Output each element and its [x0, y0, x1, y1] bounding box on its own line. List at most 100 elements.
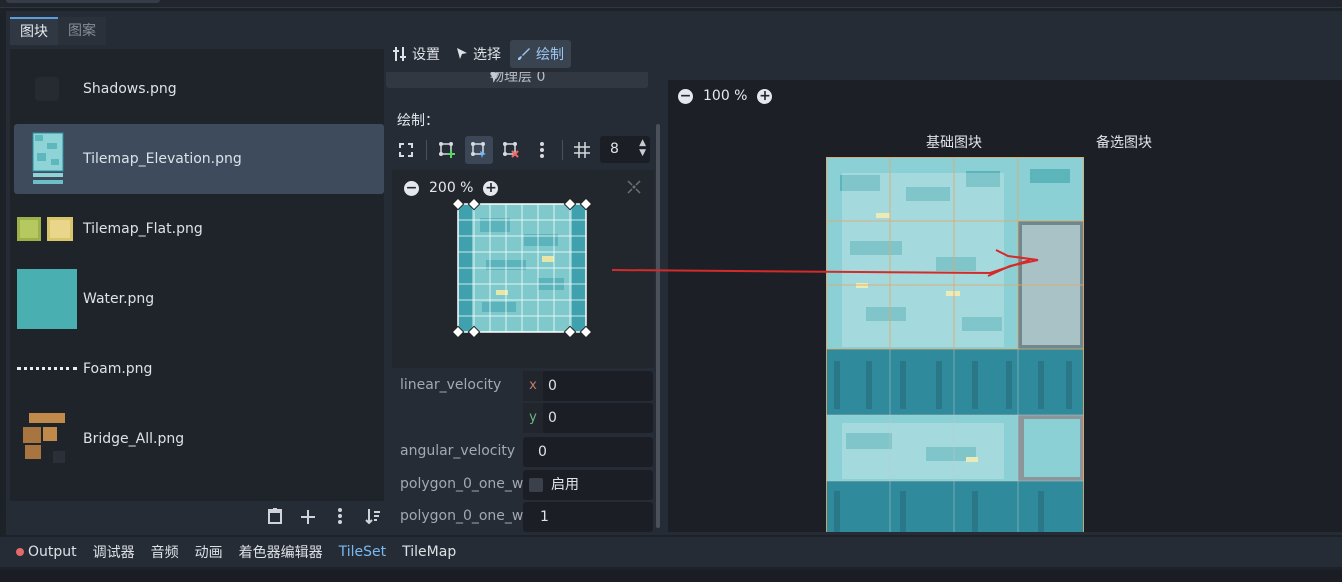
- tab-patterns[interactable]: 图案: [58, 17, 106, 45]
- tile-preview-canvas[interactable]: [452, 198, 592, 338]
- tab-animation[interactable]: 动画: [195, 542, 223, 562]
- base-tiles-label: 基础图块: [926, 135, 982, 151]
- pointer-icon: [457, 48, 467, 59]
- y-axis-label: y: [523, 403, 543, 433]
- linear-velocity-y-value: 0: [548, 410, 557, 426]
- add-point-button[interactable]: [433, 136, 461, 164]
- setup-mode-button[interactable]: 设置: [386, 40, 447, 68]
- list-item-label: Tilemap_Flat.png: [83, 221, 203, 237]
- bridge-thumbnail: [17, 409, 77, 469]
- more-options-button[interactable]: [329, 508, 351, 530]
- viewer-toolbar: [668, 48, 1342, 80]
- kebab-icon: [338, 508, 343, 524]
- tab-tiles[interactable]: 图块: [10, 17, 58, 45]
- list-item-label: Foam.png: [83, 361, 153, 377]
- one-way-margin-property: polygon_0_one_w 1: [392, 502, 654, 532]
- linear-velocity-x-input[interactable]: x 0: [523, 371, 653, 401]
- list-toolbar: [264, 508, 384, 530]
- tile-mode-bar: 设置 选择 绘制: [386, 40, 571, 68]
- sort-button[interactable]: [362, 508, 384, 530]
- zoom-out-icon[interactable]: −: [678, 88, 693, 104]
- linear-velocity-x-value: 0: [548, 378, 557, 394]
- physics-layer-dropdown[interactable]: 物理层 0 ▼: [386, 72, 648, 88]
- add-point-icon: [439, 142, 455, 158]
- linear-velocity-y-input[interactable]: y 0: [523, 403, 653, 433]
- enable-label: 启用: [551, 477, 579, 493]
- checkbox-icon[interactable]: [529, 478, 543, 492]
- setup-mode-label: 设置: [412, 47, 440, 63]
- atlas-viewer[interactable]: − 100 % + 基础图块 备选图块: [668, 48, 1342, 532]
- tab-output[interactable]: Output: [16, 544, 77, 560]
- tileset-tabs: 图块 图案: [10, 17, 106, 45]
- viewer-zoom-level: 100 %: [703, 88, 748, 104]
- center-view-icon[interactable]: [626, 179, 642, 195]
- atlas-texture[interactable]: [826, 157, 1084, 532]
- edit-point-button[interactable]: [465, 136, 493, 164]
- list-item[interactable]: Water.png: [14, 264, 384, 334]
- zoom-in-icon[interactable]: +: [757, 88, 773, 104]
- tab-shader-editor[interactable]: 着色器编辑器: [239, 542, 323, 562]
- top-strip: [0, 0, 1342, 8]
- viewer-zoom-controls: − 100 % +: [678, 88, 773, 104]
- delete-button[interactable]: [264, 508, 286, 530]
- list-item-label: Bridge_All.png: [83, 431, 185, 447]
- alternative-tiles-label: 备选图块: [1096, 135, 1152, 151]
- preview-zoom-level: 200 %: [429, 180, 474, 196]
- grid-snap-button[interactable]: [568, 136, 596, 164]
- chevron-down-icon: ▼: [490, 72, 499, 83]
- status-footer: [0, 570, 1342, 582]
- one-way-margin-input[interactable]: 1: [523, 502, 653, 532]
- list-item[interactable]: Shadows.png: [14, 54, 384, 124]
- list-item[interactable]: Foam.png: [14, 334, 384, 404]
- list-item[interactable]: Tilemap_Elevation.png: [14, 124, 384, 194]
- paint-mode-label: 绘制: [536, 47, 564, 63]
- angular-velocity-input[interactable]: 0: [523, 437, 653, 467]
- select-mode-label: 选择: [473, 47, 501, 63]
- grid-snap-input[interactable]: 8 ▲ ▼: [600, 136, 650, 163]
- one-way-checkbox[interactable]: 启用: [523, 470, 653, 500]
- zoom-in-icon[interactable]: +: [483, 180, 499, 196]
- bottom-panel-tabs: Output 调试器 音频 动画 着色器编辑器 TileSet TileMap: [0, 537, 1342, 567]
- paint-mode-button[interactable]: 绘制: [510, 40, 571, 68]
- add-source-button[interactable]: [297, 508, 319, 530]
- atlas-source-list: Shadows.png Tilemap_Elevation.png Tilema…: [10, 49, 384, 501]
- paint-toolbar: 8 ▲ ▼: [392, 136, 654, 164]
- kebab-icon: [540, 142, 544, 158]
- brush-icon: [518, 48, 530, 60]
- grid-icon: [574, 142, 590, 158]
- angular-velocity-value: 0: [538, 444, 547, 460]
- delete-point-button[interactable]: [497, 136, 525, 164]
- expand-icon: [399, 143, 413, 157]
- water-thumbnail: [17, 269, 77, 329]
- one-way-property: polygon_0_one_w 启用: [392, 470, 654, 500]
- tab-debugger[interactable]: 调试器: [93, 542, 135, 562]
- list-item[interactable]: Bridge_All.png: [14, 404, 384, 474]
- x-axis-label: x: [523, 371, 543, 401]
- spinner-arrows-icon[interactable]: ▲ ▼: [639, 138, 646, 158]
- shadows-thumbnail: [17, 59, 77, 119]
- paint-header: 绘制：: [397, 113, 439, 129]
- paint-options-button[interactable]: [528, 136, 556, 164]
- annotation-arrow: [611, 249, 1039, 277]
- tools-icon: [393, 47, 406, 61]
- elevation-thumbnail: [17, 129, 77, 189]
- error-dot-icon: [16, 548, 24, 556]
- tab-tilemap[interactable]: TileMap: [402, 544, 456, 560]
- property-label: linear_velocity: [400, 377, 502, 393]
- properties-scrollbar[interactable]: [656, 124, 660, 528]
- list-item[interactable]: Tilemap_Flat.png: [14, 194, 384, 264]
- list-item-label: Tilemap_Elevation.png: [83, 151, 242, 167]
- fit-view-button[interactable]: [392, 136, 420, 164]
- zoom-out-icon[interactable]: −: [404, 180, 419, 196]
- property-label: angular_velocity: [400, 443, 516, 459]
- flat-thumbnail: [17, 199, 77, 259]
- select-mode-button[interactable]: 选择: [449, 40, 508, 68]
- preview-zoom-controls: − 200 % +: [404, 180, 499, 196]
- edit-point-icon: [471, 142, 486, 158]
- list-item-label: Shadows.png: [83, 81, 177, 97]
- scene-tab-remnant[interactable]: [6, 0, 160, 3]
- tab-tileset[interactable]: TileSet: [339, 544, 387, 560]
- one-way-margin-value: 1: [540, 509, 549, 525]
- sort-icon: [365, 509, 380, 525]
- tab-audio[interactable]: 音频: [151, 542, 179, 562]
